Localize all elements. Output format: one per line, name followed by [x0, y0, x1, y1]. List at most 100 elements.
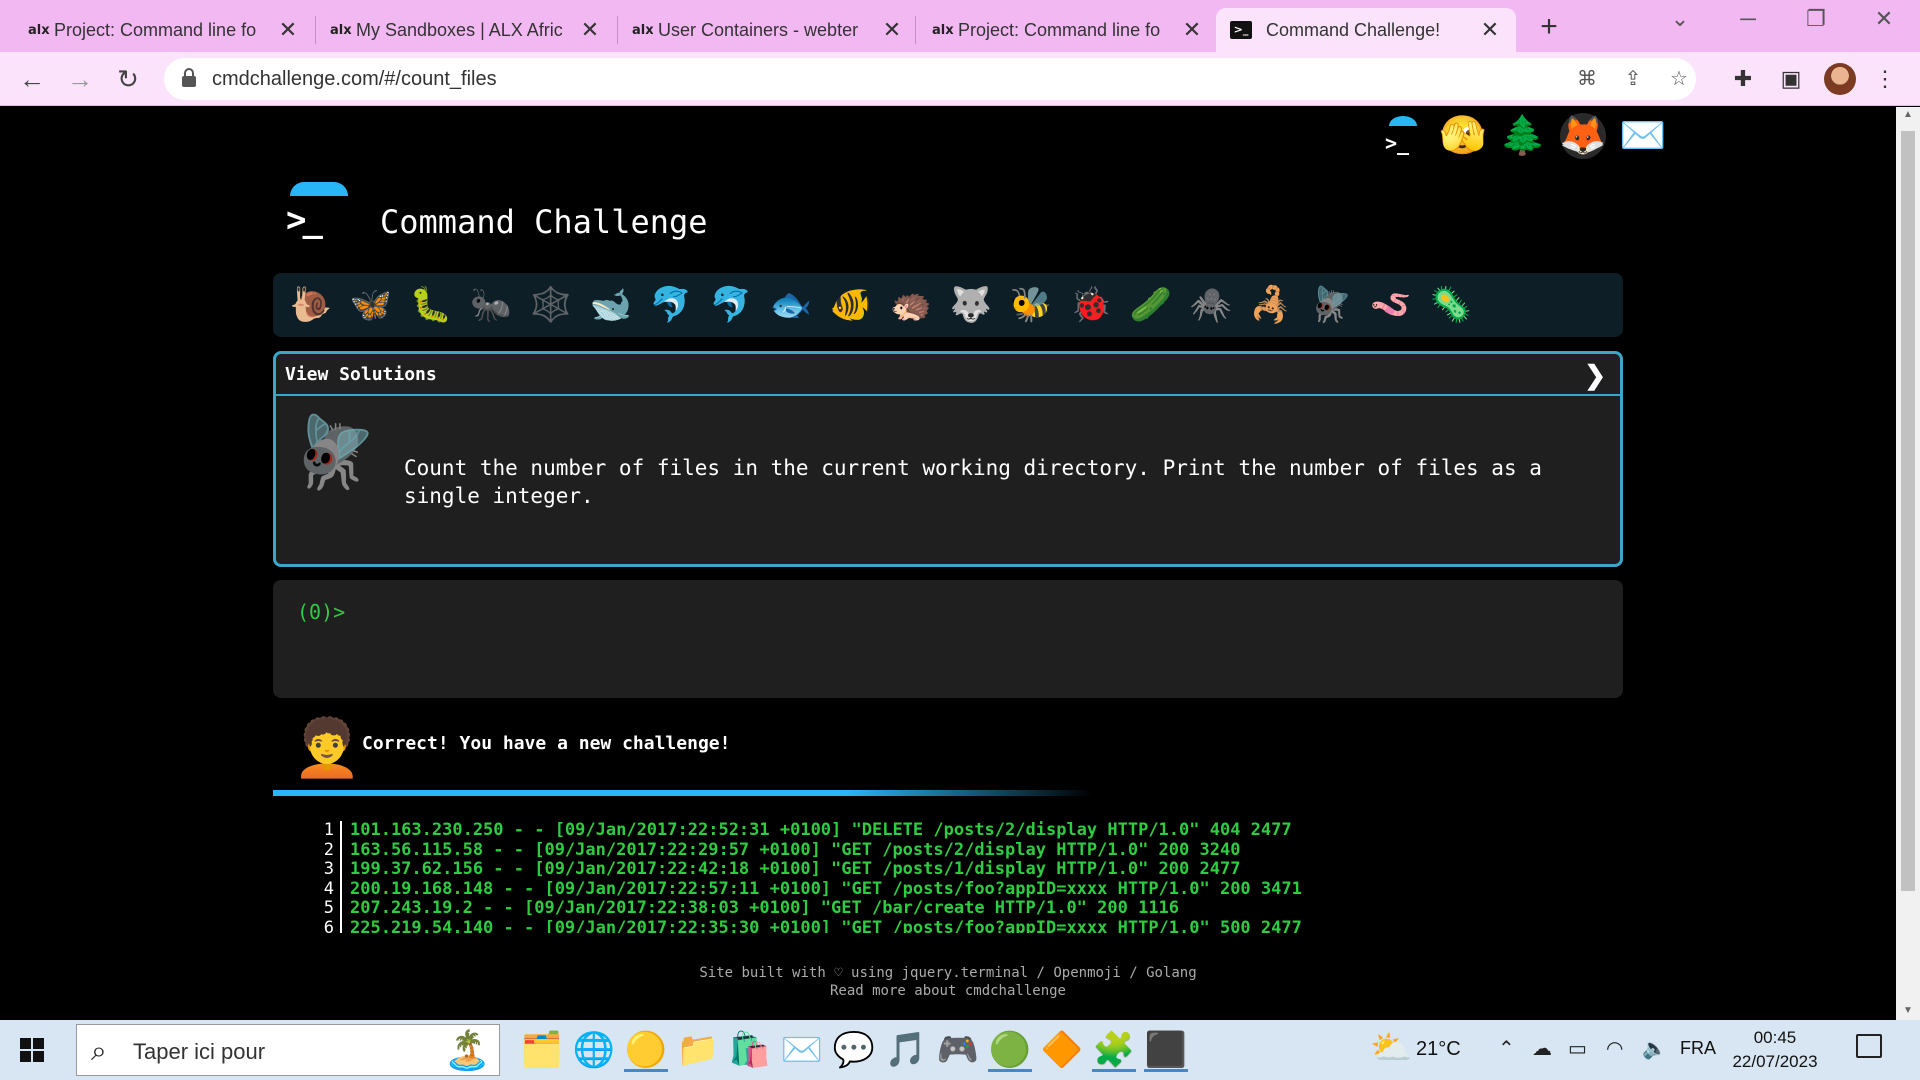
clock[interactable]: 00:45 22/07/2023: [1730, 1026, 1820, 1074]
lock-icon[interactable]: [182, 68, 196, 88]
challenge-bug-icon[interactable]: 🕸️: [521, 275, 581, 335]
bookmark-star-icon[interactable]: ☆: [1666, 66, 1692, 91]
share-icon[interactable]: ⇪: [1620, 66, 1646, 91]
git-icon[interactable]: 🔶: [1040, 1028, 1084, 1072]
menu-kebab-icon[interactable]: ⋮: [1870, 66, 1900, 92]
scrollbar-thumb[interactable]: [1901, 131, 1915, 891]
notification-icon[interactable]: [1856, 1034, 1882, 1058]
challenge-bug-icon[interactable]: 🐞: [1061, 275, 1121, 335]
close-tab-icon[interactable]: ✕: [1180, 17, 1204, 43]
onedrive-icon[interactable]: ☁: [1532, 1036, 1552, 1061]
wifi-icon[interactable]: ◠: [1606, 1036, 1623, 1061]
challenge-bug-icon[interactable]: 🪰: [1301, 275, 1361, 335]
spotify-icon[interactable]: 🎵: [884, 1028, 928, 1072]
view-solutions-header[interactable]: View Solutions ❯: [276, 354, 1620, 396]
side-panel-icon[interactable]: ▣: [1776, 66, 1806, 92]
profile-avatar[interactable]: [1824, 63, 1856, 95]
close-tab-icon[interactable]: ✕: [880, 17, 904, 43]
tab-search-icon[interactable]: ⌄: [1660, 6, 1700, 32]
line-text: 225.219.54.140 - - [09/Jan/2017:22:35:30…: [350, 917, 1302, 933]
scroll-down-icon[interactable]: ▼: [1896, 1005, 1920, 1016]
line-text: 199.37.62.156 - - [09/Jan/2017:22:42:18 …: [350, 859, 1241, 880]
view-solutions-label[interactable]: View Solutions: [285, 364, 437, 385]
alx-favicon-icon: alx: [632, 22, 654, 38]
challenge-bug-icon[interactable]: 🐟: [761, 275, 821, 335]
chrome-icon[interactable]: 🟡: [624, 1028, 668, 1072]
address-bar[interactable]: cmdchallenge.com/#/count_files ⌘ ⇪ ☆: [164, 58, 1696, 100]
minimize-icon[interactable]: ─: [1728, 6, 1768, 32]
translate-icon[interactable]: ⌘: [1574, 66, 1600, 91]
mail-icon[interactable]: ✉️: [1619, 113, 1666, 159]
scrollbar[interactable]: ▲ ▼: [1896, 107, 1920, 1020]
challenge-bug-icon[interactable]: 🦔: [881, 275, 941, 335]
command-output: 1 101.163.230.250 - - [09/Jan/2017:22:52:…: [308, 821, 1408, 933]
chevron-right-icon[interactable]: ❯: [1584, 360, 1606, 391]
shushing-face-icon[interactable]: 🫣: [1439, 113, 1486, 159]
challenge-bug-icon[interactable]: 🐜: [461, 275, 521, 335]
close-window-icon[interactable]: ✕: [1864, 6, 1904, 32]
challenge-bug-icon[interactable]: 🐝: [1001, 275, 1061, 335]
challenge-bug-icon[interactable]: 🐋: [581, 275, 641, 335]
windows-start-icon[interactable]: [20, 1038, 44, 1062]
line-separator: [340, 879, 342, 900]
logo-icon[interactable]: >_: [282, 182, 348, 242]
close-tab-icon[interactable]: ✕: [1478, 17, 1502, 43]
browser-tab[interactable]: alx Project: Command line fo ✕: [14, 8, 314, 52]
temperature[interactable]: 21°C: [1416, 1038, 1461, 1061]
output-line: 3 199.37.62.156 - - [09/Jan/2017:22:42:18…: [308, 860, 1408, 880]
terminal-input[interactable]: (0)>: [273, 580, 1623, 698]
close-tab-icon[interactable]: ✕: [276, 17, 300, 43]
battery-icon[interactable]: ▭: [1568, 1036, 1587, 1061]
browser-tab[interactable]: alx My Sandboxes | ALX Afric ✕: [316, 8, 616, 52]
close-tab-icon[interactable]: ✕: [578, 17, 602, 43]
tree-icon[interactable]: 🌲: [1499, 113, 1546, 159]
challenge-bug-icon[interactable]: 🐬: [701, 275, 761, 335]
challenge-bug-icon[interactable]: 🐠: [821, 275, 881, 335]
scroll-up-icon[interactable]: ▲: [1896, 109, 1920, 120]
taskbar-search[interactable]: ⌕ Taper ici pour 🏝️: [76, 1024, 500, 1076]
task-view-icon[interactable]: 🗂️: [520, 1028, 564, 1072]
browser-tab-active[interactable]: >_ Command Challenge! ✕: [1216, 8, 1516, 52]
discord-icon[interactable]: 🎮: [936, 1028, 980, 1072]
browser-tab[interactable]: alx User Containers - webter ✕: [618, 8, 918, 52]
new-tab-button[interactable]: +: [1534, 10, 1564, 44]
browser-toolbar: ← → ↻ cmdchallenge.com/#/count_files ⌘ ⇪…: [0, 52, 1920, 106]
tray-chevron-icon[interactable]: ⌃: [1498, 1036, 1515, 1061]
line-separator: [340, 899, 342, 919]
gitlab-icon[interactable]: 🦊: [1559, 113, 1607, 159]
language-indicator[interactable]: FRA: [1680, 1038, 1716, 1059]
reload-icon[interactable]: ↻: [110, 61, 146, 97]
challenge-bug-icon[interactable]: 🕷️: [1181, 275, 1241, 335]
challenge-bug-bar: 🐌 🦋 🐛 🐜 🕸️ 🐋 🐬 🐬 🐟 🐠 🦔 🐺 🐝 🐞 🥒 🕷️ 🦂 🪰 🪱 🦠: [273, 273, 1623, 337]
challenge-bug-icon[interactable]: 🦂: [1241, 275, 1301, 335]
whatsapp-icon[interactable]: 💬: [832, 1028, 876, 1072]
page-content: >_ 🫣 🌲 🦊 ✉️ >_ Command Challenge 🐌 🦋 🐛 🐜 🕸️ 🐋…: [0, 107, 1896, 1020]
tab-title: Project: Command line fo: [958, 19, 1161, 40]
extensions-icon[interactable]: ✚: [1728, 66, 1758, 92]
challenge-bug-icon[interactable]: 🦠: [1421, 275, 1481, 335]
challenge-bug-icon[interactable]: 🐛: [401, 275, 461, 335]
mail-icon[interactable]: ✉️: [780, 1028, 824, 1072]
challenge-bug-icon[interactable]: 🪱: [1361, 275, 1421, 335]
challenge-bug-icon[interactable]: 🐬: [641, 275, 701, 335]
snipping-tool-icon[interactable]: 🧩: [1092, 1028, 1136, 1072]
terminal-icon[interactable]: ⬛: [1144, 1028, 1188, 1072]
volume-icon[interactable]: 🔈: [1642, 1036, 1667, 1061]
read-more-link[interactable]: Read more about cmdchallenge: [0, 982, 1896, 1000]
challenge-bug-icon[interactable]: 🥒: [1121, 275, 1181, 335]
chrome-icon[interactable]: 🟢: [988, 1028, 1032, 1072]
file-explorer-icon[interactable]: 📁: [676, 1028, 720, 1072]
challenge-description: Count the number of files in the current…: [404, 456, 1542, 508]
challenge-bug-icon[interactable]: 🐌: [281, 275, 341, 335]
restore-icon[interactable]: ❐: [1796, 6, 1836, 32]
back-icon[interactable]: ←: [14, 61, 50, 97]
cmdchallenge-home-icon[interactable]: >_: [1380, 113, 1426, 159]
forward-icon[interactable]: →: [62, 61, 98, 97]
challenge-bug-icon[interactable]: 🐺: [941, 275, 1001, 335]
challenge-bug-icon[interactable]: 🦋: [341, 275, 401, 335]
edge-icon[interactable]: 🌐: [572, 1028, 616, 1072]
url-text[interactable]: cmdchallenge.com/#/count_files: [212, 68, 497, 91]
store-icon[interactable]: 🛍️: [728, 1028, 772, 1072]
weather-icon[interactable]: ⛅: [1370, 1028, 1412, 1068]
browser-tab[interactable]: alx Project: Command line fo ✕: [918, 8, 1218, 52]
